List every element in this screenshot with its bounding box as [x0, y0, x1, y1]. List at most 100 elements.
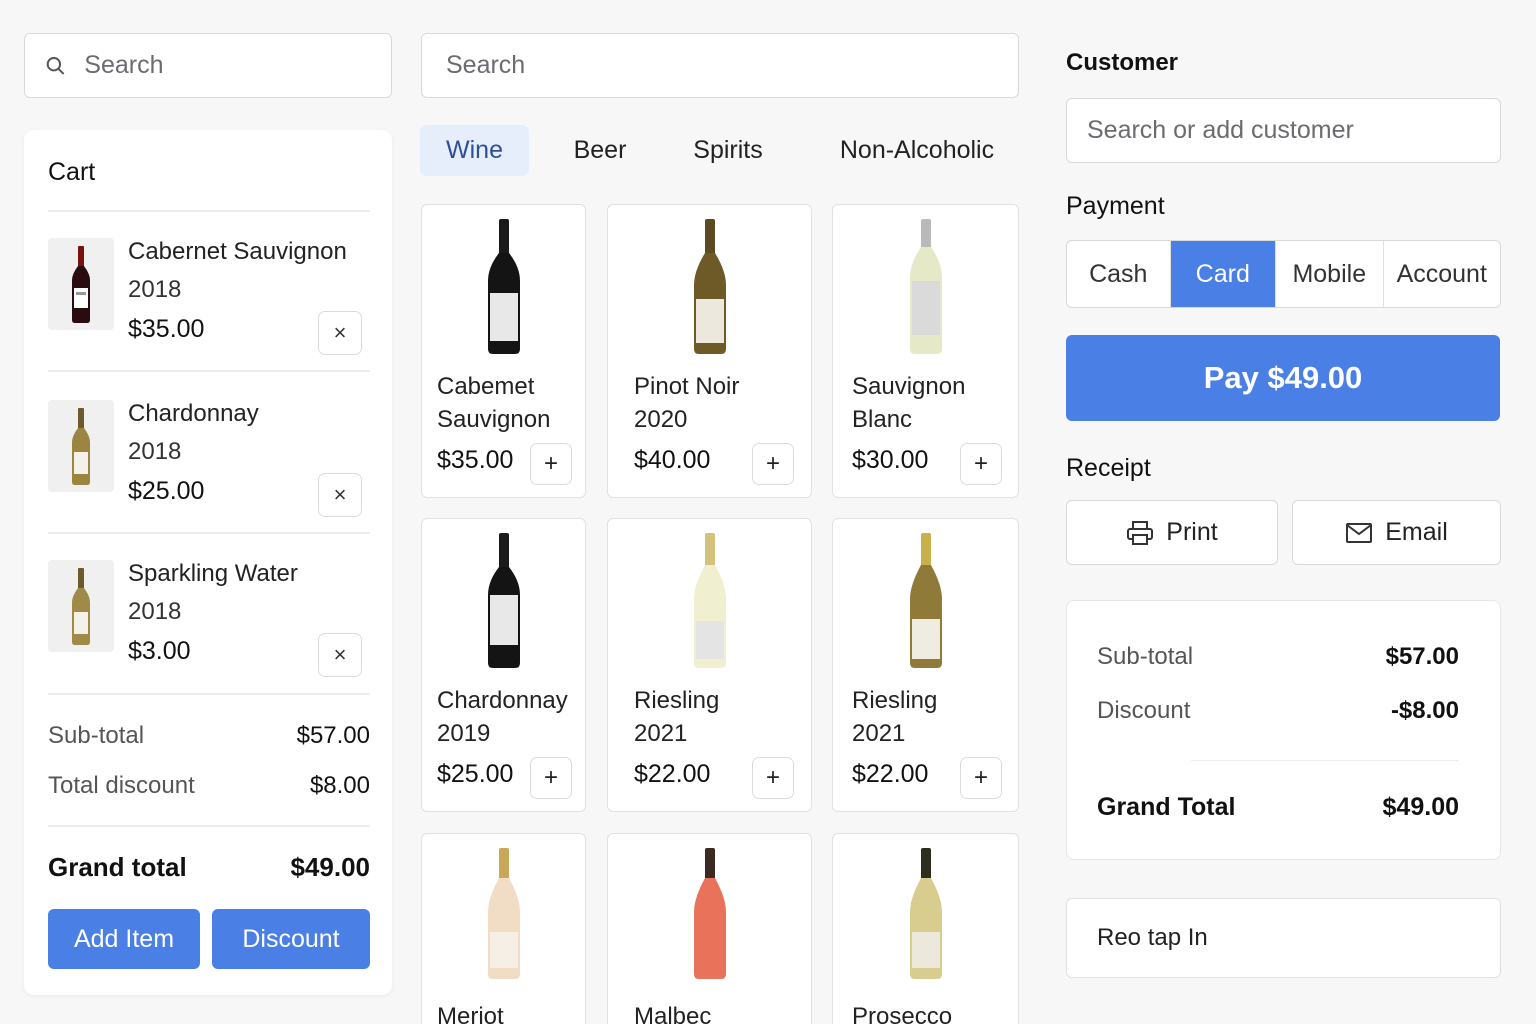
divider	[48, 532, 370, 534]
customer-title: Customer	[1066, 49, 1179, 76]
add-to-cart-button[interactable]: +	[752, 443, 794, 485]
wine-bottle-thumbnail	[48, 238, 114, 330]
product-card[interactable]: Prosecco	[832, 833, 1019, 1024]
cart-item-name: Sparkling Water	[128, 560, 298, 587]
wine-bottle-image	[487, 533, 520, 668]
wine-bottle-image	[693, 848, 726, 979]
cart-item-price: $3.00	[128, 637, 191, 665]
add-to-cart-button[interactable]: +	[530, 757, 572, 799]
product-price: $22.00	[634, 760, 711, 788]
discount-button[interactable]: Discount	[212, 909, 370, 969]
summary-grand-total-row: Grand Total $49.00	[1097, 793, 1459, 822]
add-item-button[interactable]: Add Item	[48, 909, 200, 969]
print-receipt-button[interactable]: Print	[1066, 500, 1278, 565]
tab-non-alcoholic[interactable]: Non-Alcoholic	[816, 125, 1018, 176]
cart-item-year: 2018	[128, 598, 182, 625]
summary-discount-row: Discount -$8.00	[1097, 697, 1459, 725]
product-name: Pinot Noir 2020	[634, 373, 740, 433]
cart-item: Chardonnay 2018 $25.00 ×	[48, 400, 370, 540]
summary-discount-value: -$8.00	[1390, 697, 1459, 724]
product-name: Cabemet Sauvignon	[437, 373, 551, 433]
tab-wine[interactable]: Wine	[420, 125, 529, 176]
footer-note-text: Reo tap In	[1097, 924, 1208, 951]
add-to-cart-button[interactable]: +	[530, 443, 572, 485]
summary-grand-total-value: $49.00	[1382, 793, 1459, 821]
email-receipt-button[interactable]: Email	[1292, 500, 1501, 565]
divider	[48, 370, 370, 372]
subtotal-label: Sub-total	[48, 722, 145, 749]
subtotal-row: Sub-total $57.00	[48, 722, 370, 750]
product-card[interactable]: Malbec	[607, 833, 812, 1024]
product-card[interactable]: Cabemet Sauvignon $35.00 +	[421, 204, 586, 498]
payment-account-option[interactable]: Account	[1384, 241, 1500, 307]
print-label: Print	[1166, 518, 1218, 546]
product-name: Chardonnay 2019	[437, 687, 568, 747]
add-to-cart-button[interactable]: +	[752, 757, 794, 799]
cart-item-price: $25.00	[128, 477, 205, 505]
remove-item-button[interactable]: ×	[318, 633, 362, 677]
product-price: $40.00	[634, 446, 711, 474]
summary-subtotal-row: Sub-total $57.00	[1097, 643, 1459, 671]
plus-icon: +	[765, 764, 780, 791]
product-card[interactable]: Meriot	[421, 833, 586, 1024]
remove-item-button[interactable]: ×	[318, 311, 362, 355]
add-to-cart-button[interactable]: +	[960, 757, 1002, 799]
cart-search-field[interactable]	[24, 33, 392, 98]
footer-note-box[interactable]: Reo tap In	[1066, 898, 1501, 978]
cart-item-year: 2018	[128, 438, 182, 465]
product-price: $30.00	[852, 446, 929, 474]
divider	[48, 693, 370, 695]
tab-beer[interactable]: Beer	[548, 125, 652, 176]
wine-bottle-image	[909, 533, 942, 668]
divider	[1191, 760, 1459, 761]
payment-mobile-option[interactable]: Mobile	[1276, 241, 1384, 307]
payment-cash-option[interactable]: Cash	[1067, 241, 1171, 307]
product-card[interactable]: Chardonnay 2019 $25.00 +	[421, 518, 586, 812]
close-icon: ×	[333, 642, 347, 667]
close-icon: ×	[333, 320, 347, 345]
customer-field[interactable]	[1066, 98, 1501, 163]
envelope-icon	[1346, 522, 1373, 543]
grand-total-row: Grand total $49.00	[48, 852, 370, 883]
plus-icon: +	[973, 450, 988, 477]
wine-bottle-image	[487, 219, 520, 354]
discount-row: Total discount $8.00	[48, 772, 370, 800]
remove-item-button[interactable]: ×	[318, 473, 362, 517]
product-card[interactable]: Sauvignon Blanc $30.00 +	[832, 204, 1019, 498]
discount-label: Total discount	[48, 772, 195, 799]
wine-bottle-image	[693, 219, 726, 354]
email-label: Email	[1385, 518, 1448, 546]
order-summary-card: Sub-total $57.00 Discount -$8.00 Grand T…	[1066, 600, 1501, 860]
tab-spirits[interactable]: Spirits	[672, 125, 784, 176]
product-card[interactable]: Pinot Noir 2020 $40.00 +	[607, 204, 812, 498]
close-icon: ×	[333, 482, 347, 507]
discount-value: $8.00	[309, 772, 370, 799]
receipt-title: Receipt	[1066, 454, 1151, 482]
plus-icon: +	[543, 450, 558, 477]
payment-method-selector: Cash Card Mobile Account	[1066, 240, 1501, 308]
payment-card-option[interactable]: Card	[1170, 241, 1277, 307]
cart-title: Cart	[48, 158, 96, 186]
cart-item: Sparkling Water 2018 $3.00 ×	[48, 560, 370, 700]
summary-discount-label: Discount	[1097, 697, 1191, 724]
add-to-cart-button[interactable]: +	[960, 443, 1002, 485]
wine-bottle-thumbnail	[48, 400, 114, 492]
product-name: Meriot	[437, 1003, 504, 1024]
cart-item-name: Chardonnay	[128, 400, 259, 427]
wine-bottle-image	[693, 533, 726, 668]
search-icon	[46, 56, 65, 75]
wine-bottle-image	[487, 848, 520, 979]
subtotal-value: $57.00	[296, 722, 370, 749]
customer-search-input[interactable]	[1087, 116, 1500, 145]
product-card[interactable]: Riesling 2021 $22.00 +	[832, 518, 1019, 812]
summary-subtotal-value: $57.00	[1385, 643, 1459, 670]
cart-search-input[interactable]	[84, 51, 391, 80]
pay-button[interactable]: Pay $49.00	[1066, 335, 1500, 421]
cart-item-price: $35.00	[128, 315, 205, 343]
product-search-field[interactable]	[421, 33, 1019, 98]
product-search-input[interactable]	[446, 51, 1018, 80]
printer-icon	[1127, 520, 1154, 545]
payment-title: Payment	[1066, 192, 1165, 220]
product-price: $22.00	[852, 760, 929, 788]
product-card[interactable]: Riesling 2021 $22.00 +	[607, 518, 812, 812]
